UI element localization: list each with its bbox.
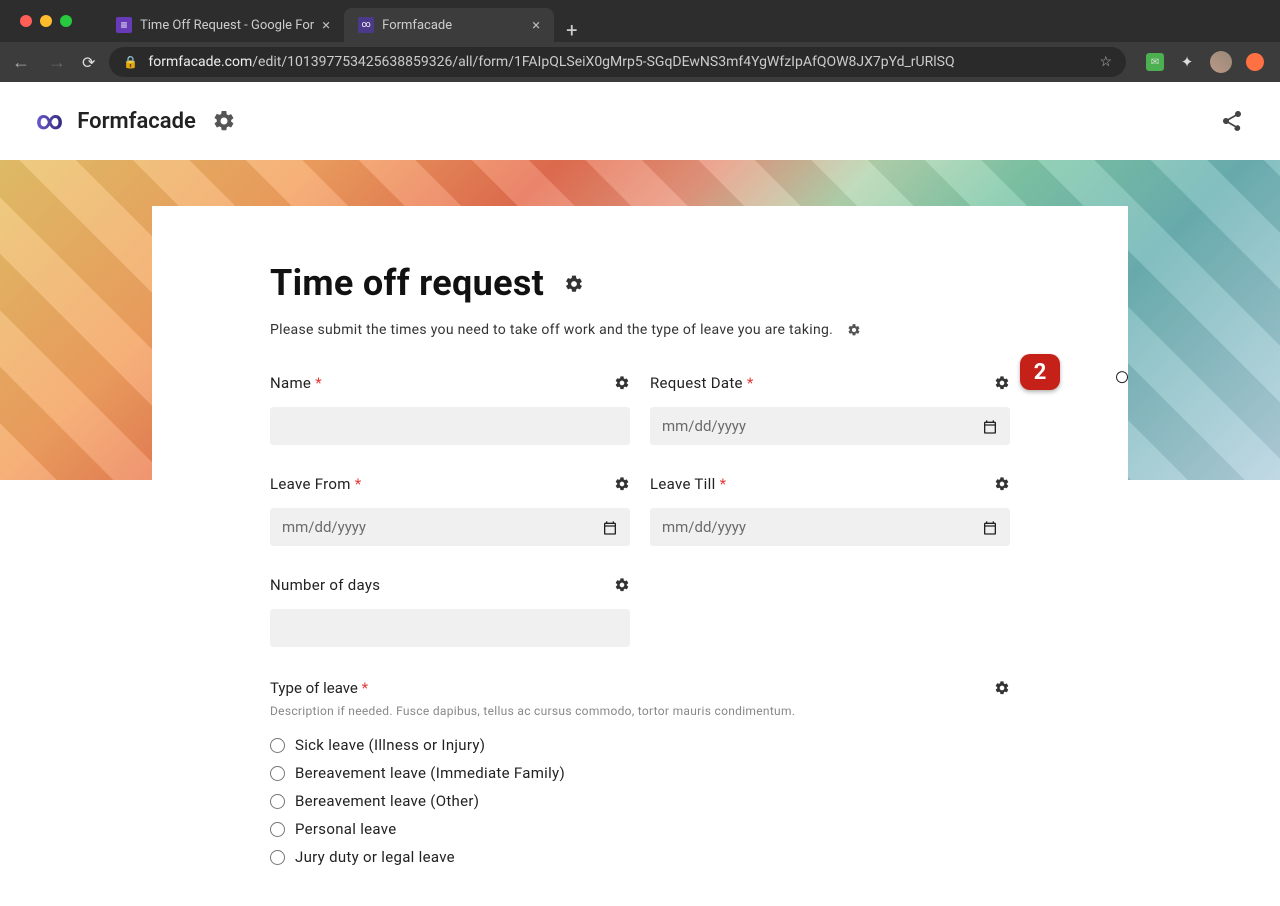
radio-input[interactable] <box>270 794 285 809</box>
leave-from-input[interactable] <box>270 508 630 546</box>
extensions-icon[interactable]: ✦ <box>1178 53 1196 71</box>
window-maximize-button[interactable] <box>60 15 72 27</box>
browser-tab-google-form[interactable]: ≡ Time Off Request - Google For × <box>102 8 344 42</box>
new-tab-button[interactable]: + <box>554 18 589 42</box>
gear-icon <box>994 476 1010 492</box>
share-icon <box>1220 109 1244 133</box>
forward-button[interactable]: → <box>46 52 68 73</box>
brand-logo[interactable]: ∞ Formfacade <box>36 106 196 136</box>
field-number-of-days: Number of days <box>270 574 630 647</box>
gear-icon <box>994 680 1010 696</box>
extension-icons: ✉ ✦ <box>1140 51 1270 73</box>
field-leave-from: Leave From * <box>270 473 630 546</box>
radio-label: Jury duty or legal leave <box>295 848 455 866</box>
radio-option[interactable]: Bereavement leave (Immediate Family) <box>270 764 1010 782</box>
name-input[interactable] <box>270 407 630 445</box>
gear-icon <box>212 109 236 133</box>
app-settings-button[interactable] <box>212 109 236 133</box>
field-settings-button[interactable] <box>994 372 1010 393</box>
gear-icon <box>614 577 630 593</box>
radio-input[interactable] <box>270 850 285 865</box>
lock-icon: 🔒 <box>123 55 138 69</box>
back-button[interactable]: ← <box>10 52 32 73</box>
field-request-date: Request Date * <box>650 372 1010 445</box>
field-leave-till: Leave Till * <box>650 473 1010 546</box>
close-icon[interactable]: × <box>532 16 540 34</box>
url-text: formfacade.com/edit/10139775342563885932… <box>148 54 954 70</box>
window-controls <box>10 15 82 27</box>
browser-chrome: ≡ Time Off Request - Google For × ∞ Form… <box>0 0 1280 82</box>
title-settings-button[interactable] <box>564 272 584 293</box>
radio-input[interactable] <box>270 822 285 837</box>
browser-tab-bar: ≡ Time Off Request - Google For × ∞ Form… <box>0 0 1280 42</box>
radio-option[interactable]: Jury duty or legal leave <box>270 848 1010 866</box>
field-type-of-leave: Type of leave * Description if needed. F… <box>270 677 1010 866</box>
field-settings-button[interactable] <box>614 372 630 393</box>
radio-label: Personal leave <box>295 820 397 838</box>
address-bar: ← → ⟳ 🔒 formfacade.com/edit/101397753425… <box>0 42 1280 82</box>
radio-label: Sick leave (Illness or Injury) <box>295 736 485 754</box>
form-card: Time off request Please submit the times… <box>152 206 1128 906</box>
url-input[interactable]: 🔒 formfacade.com/edit/101397753425638859… <box>109 47 1126 77</box>
field-settings-button[interactable] <box>994 473 1010 494</box>
field-description: Description if needed. Fusce dapibus, te… <box>270 704 1010 718</box>
google-form-favicon-icon: ≡ <box>116 17 132 33</box>
number-of-days-input[interactable] <box>270 609 630 647</box>
form-description: Please submit the times you need to take… <box>270 322 833 338</box>
infinity-icon: ∞ <box>36 106 63 136</box>
star-icon[interactable]: ☆ <box>1099 54 1112 70</box>
app-header: ∞ Formfacade <box>0 82 1280 160</box>
gear-icon <box>564 274 584 294</box>
notify-icon[interactable] <box>1246 53 1264 71</box>
radio-option[interactable]: Personal leave <box>270 820 1010 838</box>
field-label: Type of leave * <box>270 679 368 697</box>
radio-label: Bereavement leave (Immediate Family) <box>295 764 565 782</box>
field-label: Leave From * <box>270 475 361 493</box>
request-date-input[interactable] <box>650 407 1010 445</box>
radio-input[interactable] <box>270 766 285 781</box>
field-settings-button[interactable] <box>614 473 630 494</box>
field-settings-button[interactable] <box>614 574 630 595</box>
reload-button[interactable]: ⟳ <box>82 53 95 72</box>
description-settings-button[interactable] <box>847 322 861 338</box>
field-label: Name * <box>270 374 322 392</box>
gear-icon <box>847 323 861 337</box>
window-close-button[interactable] <box>20 15 32 27</box>
field-label: Leave Till * <box>650 475 726 493</box>
field-label: Number of days <box>270 576 380 594</box>
form-title: Time off request <box>270 262 544 304</box>
browser-tab-formfacade[interactable]: ∞ Formfacade × <box>344 8 554 42</box>
type-options: Sick leave (Illness or Injury) Bereaveme… <box>270 736 1010 866</box>
close-icon[interactable]: × <box>322 16 330 34</box>
profile-avatar[interactable] <box>1210 51 1232 73</box>
field-label: Request Date * <box>650 374 754 392</box>
radio-label: Bereavement leave (Other) <box>295 792 479 810</box>
gear-icon <box>614 476 630 492</box>
share-button[interactable] <box>1220 109 1244 133</box>
radio-option[interactable]: Bereavement leave (Other) <box>270 792 1010 810</box>
gear-icon <box>994 375 1010 391</box>
brand-name: Formfacade <box>77 109 196 134</box>
tab-title: Formfacade <box>382 18 452 33</box>
tab-title: Time Off Request - Google For <box>140 18 314 33</box>
field-name: Name * <box>270 372 630 445</box>
mail-extension-icon[interactable]: ✉ <box>1146 53 1164 71</box>
gear-icon <box>614 375 630 391</box>
field-settings-button[interactable] <box>994 677 1010 698</box>
radio-input[interactable] <box>270 738 285 753</box>
radio-option[interactable]: Sick leave (Illness or Injury) <box>270 736 1010 754</box>
leave-till-input[interactable] <box>650 508 1010 546</box>
formfacade-favicon-icon: ∞ <box>358 17 374 33</box>
window-minimize-button[interactable] <box>40 15 52 27</box>
step-badge-2: 2 <box>1020 354 1060 390</box>
